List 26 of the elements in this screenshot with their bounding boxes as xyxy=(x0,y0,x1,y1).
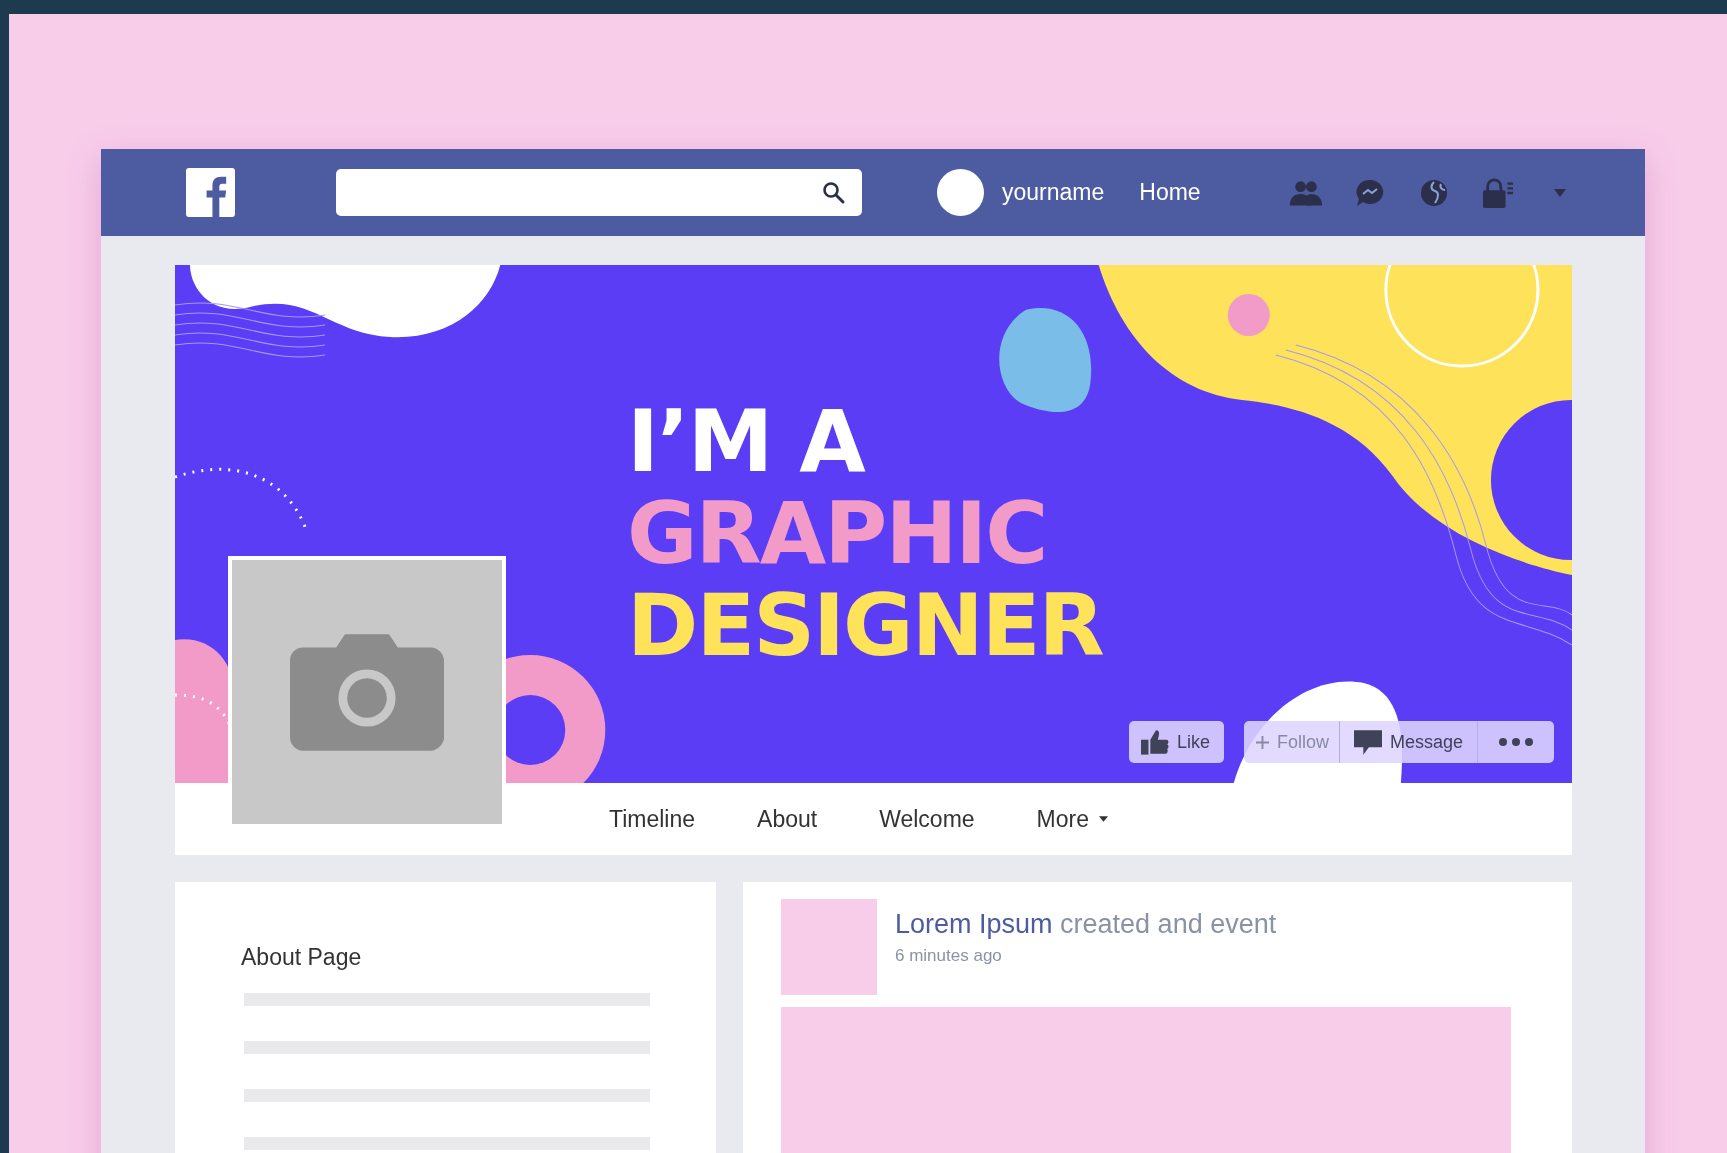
caret-icon xyxy=(1099,816,1108,822)
logo-icon[interactable] xyxy=(186,168,235,217)
tab[interactable]: More xyxy=(1026,799,1118,839)
more-button[interactable] xyxy=(1478,721,1554,763)
post-time: 6 minutes ago xyxy=(895,946,1003,966)
post-title: Lorem Ipsum created and event xyxy=(895,909,1277,940)
avatar[interactable] xyxy=(937,169,984,216)
like-button[interactable]: Like xyxy=(1128,721,1224,763)
more-icon xyxy=(1498,737,1534,747)
tab[interactable]: Timeline xyxy=(599,799,706,839)
tab[interactable]: Welcome xyxy=(869,799,985,839)
camera-icon xyxy=(290,633,444,751)
plus-icon xyxy=(1255,735,1269,749)
caret-icon[interactable] xyxy=(1553,188,1566,197)
speech-bubble-icon xyxy=(1353,729,1382,755)
user-name[interactable]: yourname xyxy=(1002,179,1105,206)
thumbs-up-icon xyxy=(1140,729,1169,755)
home-link[interactable]: Home xyxy=(1139,179,1201,206)
about-title: About Page xyxy=(241,944,363,971)
tab[interactable]: About xyxy=(747,799,828,839)
search-icon[interactable] xyxy=(822,180,846,205)
search-field[interactable] xyxy=(336,169,862,216)
headline-text: DESIGNER xyxy=(627,579,1103,671)
headline-text: I’M A xyxy=(627,395,866,487)
headline-text: GRAPHIC xyxy=(627,487,1048,579)
message-button[interactable]: Message xyxy=(1339,721,1478,763)
